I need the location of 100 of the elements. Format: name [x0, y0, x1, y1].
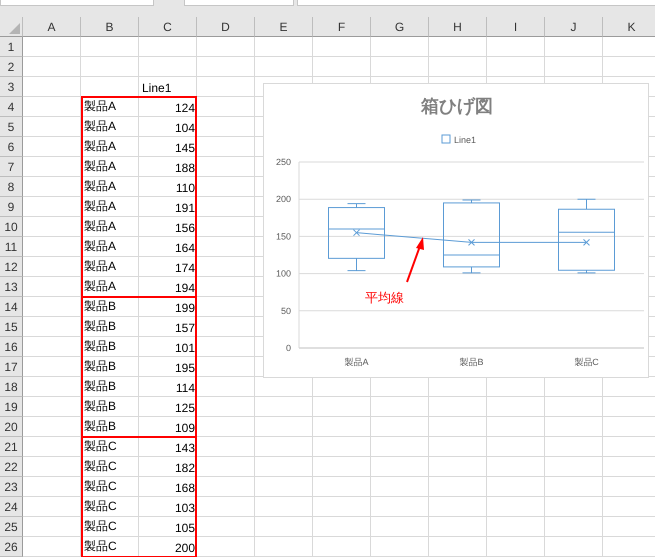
table-cell: 製品B [84, 318, 116, 335]
chart-area[interactable]: 箱ひげ図 Line1 0 50 100 150 200 250 製品A 製品B 製品C 平均線 [263, 83, 649, 378]
row-header[interactable]: 4 [0, 97, 23, 117]
table-cell: 製品C [84, 498, 117, 515]
row-header[interactable]: 13 [0, 277, 23, 297]
table-cell: 110 [176, 181, 195, 195]
legend-label: Line1 [454, 135, 476, 145]
table-cell: 157 [174, 321, 195, 335]
column-header[interactable]: B [81, 17, 139, 37]
column-header[interactable]: H [429, 17, 487, 37]
row-header[interactable]: 7 [0, 157, 23, 177]
row-header[interactable]: 25 [0, 517, 23, 537]
table-cell: 製品A [84, 138, 116, 155]
table-cell: 製品A [84, 98, 116, 115]
table-cell: 製品B [84, 378, 116, 395]
column-header[interactable]: D [197, 17, 255, 37]
table-cell: 145 [174, 141, 195, 155]
table-cell: 182 [174, 461, 195, 475]
table-cell: 製品A [84, 278, 116, 295]
row-header[interactable]: 3 [0, 77, 23, 97]
table-cell: 製品C [84, 478, 117, 495]
table-cell: 製品A [84, 218, 116, 235]
column-header[interactable]: G [371, 17, 429, 37]
table-cell: 195 [174, 361, 195, 375]
axis-tick-label: 50 [280, 306, 291, 316]
column-header[interactable]: E [255, 17, 313, 37]
row-header[interactable]: 9 [0, 197, 23, 217]
row-header[interactable]: 20 [0, 417, 23, 437]
row-header[interactable]: 19 [0, 397, 23, 417]
table-cell: 製品A [84, 198, 116, 215]
table-cell: 製品C [84, 518, 117, 535]
table-cell: 製品A [84, 158, 116, 175]
formula-bar[interactable] [297, 0, 655, 6]
table-cell: 199 [174, 301, 195, 315]
row-header[interactable]: 1 [0, 37, 23, 57]
table-cell: 103 [174, 501, 195, 515]
row-header[interactable]: 6 [0, 137, 23, 157]
row-header[interactable]: 5 [0, 117, 23, 137]
column-header[interactable]: A [23, 17, 81, 37]
name-box[interactable] [0, 0, 154, 6]
row-header[interactable]: 11 [0, 237, 23, 257]
table-cell: 製品B [84, 358, 116, 375]
axis-category-label: 製品A [344, 357, 368, 367]
row-header[interactable]: 14 [0, 297, 23, 317]
row-header[interactable]: 21 [0, 437, 23, 457]
column-header[interactable]: K [603, 17, 655, 37]
table-cell: Line1 [142, 81, 172, 95]
arrow [406, 237, 424, 282]
table-cell: 製品B [84, 338, 116, 355]
table-cell: 101 [174, 341, 195, 355]
row-header[interactable]: 15 [0, 317, 23, 337]
axis-tick-label: 200 [276, 194, 291, 204]
table-cell: 200 [174, 541, 195, 555]
row-header[interactable]: 16 [0, 337, 23, 357]
row-header[interactable]: 17 [0, 357, 23, 377]
row-header[interactable]: 8 [0, 177, 23, 197]
column-header[interactable]: F [313, 17, 371, 37]
axis-category-label: 製品C [574, 357, 599, 367]
row-header[interactable]: 18 [0, 377, 23, 397]
axis-tick-label: 100 [276, 268, 291, 279]
toolbar-field[interactable] [184, 0, 294, 6]
table-cell: 188 [174, 161, 195, 175]
table-cell: 製品B [84, 398, 116, 415]
column-header[interactable]: C [139, 17, 197, 37]
table-cell: 109 [174, 421, 195, 435]
row-header[interactable]: 2 [0, 57, 23, 77]
axis-tick-label: 0 [286, 343, 291, 353]
row-header[interactable]: 23 [0, 477, 23, 497]
table-cell: 174 [174, 261, 195, 275]
table-cell: 製品A [84, 118, 116, 135]
table-cell: 194 [174, 281, 195, 295]
row-header[interactable]: 22 [0, 457, 23, 477]
axis-category-label: 製品B [460, 357, 484, 367]
table-cell: 168 [174, 481, 195, 495]
column-header[interactable]: J [545, 17, 603, 37]
table-cell: 製品C [84, 458, 117, 475]
table-cell: 製品A [84, 258, 116, 275]
annotation-label: 平均線 [365, 291, 404, 306]
axis-tick-label: 250 [276, 157, 291, 167]
table-cell: 124 [174, 101, 195, 115]
table-cell: 143 [174, 441, 195, 455]
table-cell: 製品C [84, 438, 117, 455]
box-plot [328, 203, 385, 272]
table-cell: 製品B [84, 298, 116, 315]
table-cell: 製品A [84, 238, 116, 255]
column-header[interactable]: I [487, 17, 545, 37]
table-cell: 製品B [84, 418, 116, 435]
row-header[interactable]: 10 [0, 217, 23, 237]
table-cell: 製品C [84, 538, 117, 555]
table-cell: 114 [176, 381, 195, 395]
table-cell: 164 [174, 241, 195, 255]
table-cell: 191 [174, 201, 195, 215]
table-cell: 製品A [84, 178, 116, 195]
legend-item: Line1 [442, 134, 476, 145]
axis-tick-label: 150 [276, 231, 291, 242]
chart-title: 箱ひげ図 [421, 96, 493, 117]
table-cell: 125 [174, 401, 195, 415]
row-header[interactable]: 26 [0, 537, 23, 557]
row-header[interactable]: 12 [0, 257, 23, 277]
row-header[interactable]: 24 [0, 497, 23, 517]
